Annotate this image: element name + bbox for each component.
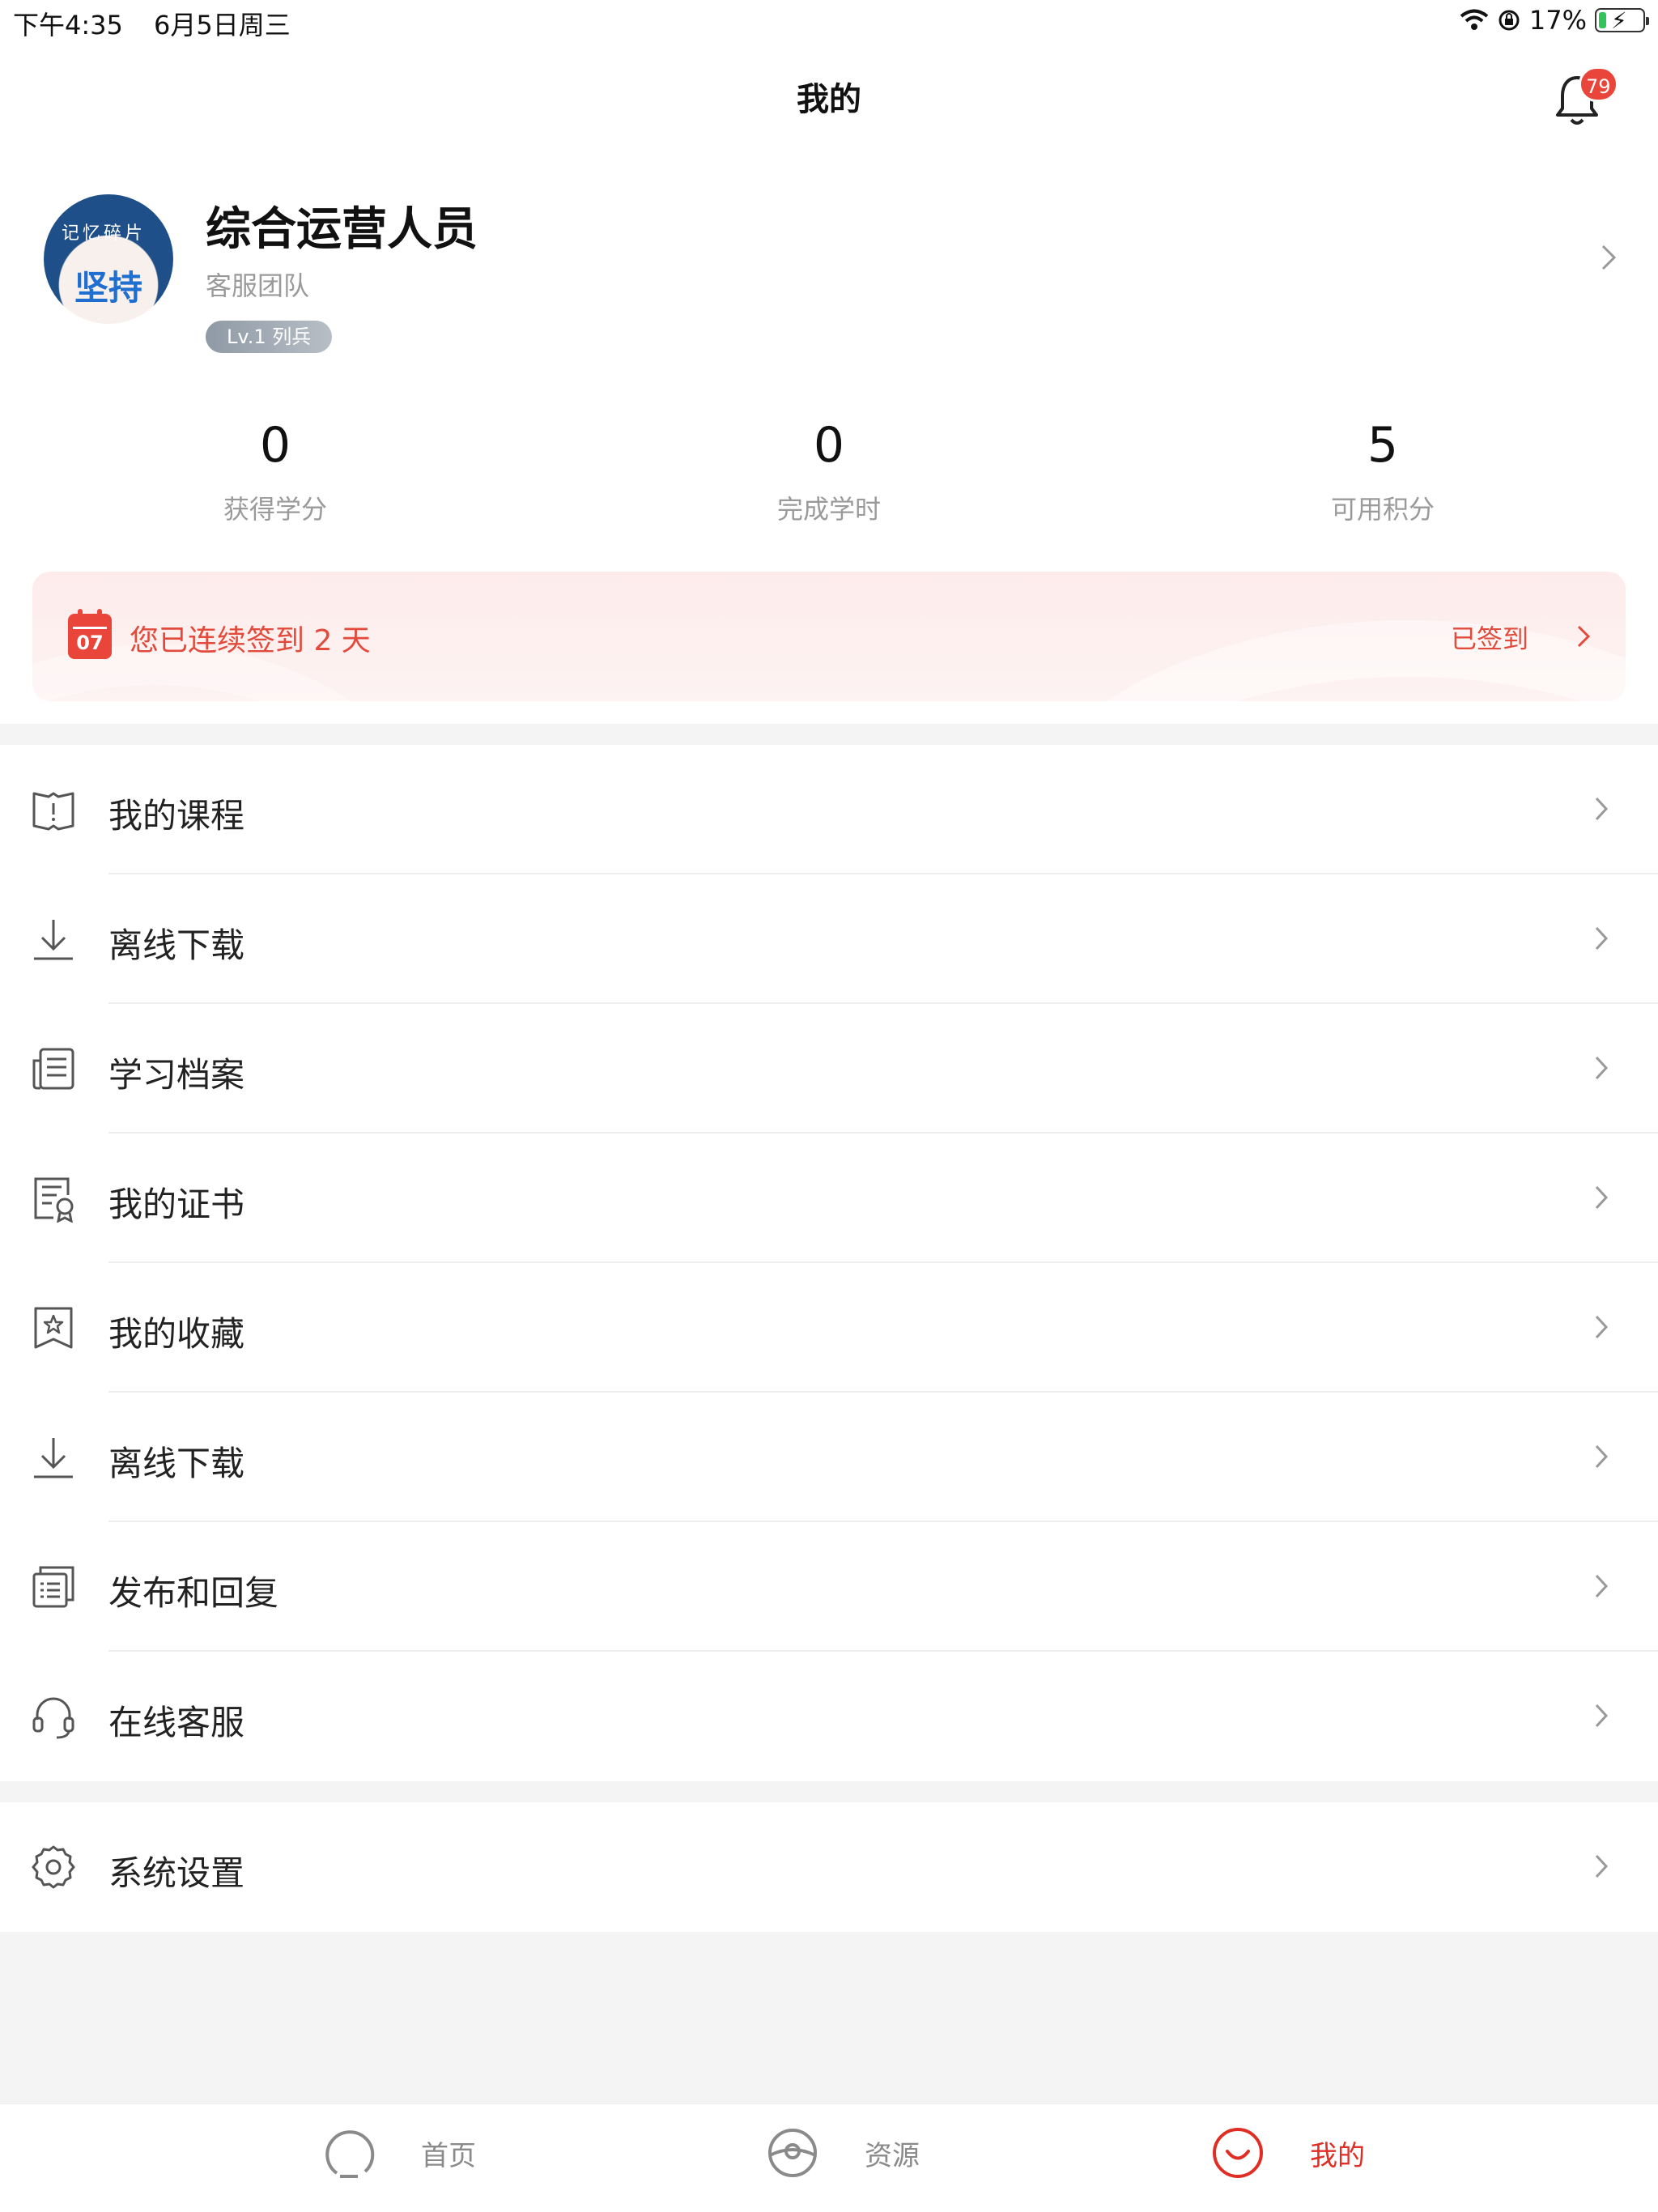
menu-item-label: 发布和回复 — [108, 1573, 279, 1613]
menu-item-online-service[interactable]: 在线客服 — [0, 1652, 1658, 1781]
menu-item-label: 在线客服 — [108, 1703, 245, 1742]
stat-credits[interactable]: 0 获得学分 — [113, 413, 437, 526]
menu-list: 我的课程 离线下载 学习档案 我的证书 我的收藏 离线下载 发布和回复 在线客服 — [0, 745, 1658, 1781]
tab-label: 资源 — [865, 2139, 920, 2172]
menu-item-settings[interactable]: 系统设置 — [0, 1802, 1658, 1932]
calendar-day: 07 — [73, 627, 107, 654]
stats-row: 0 获得学分 0 完成学时 5 可用积分 — [0, 413, 1658, 534]
stat-value: 0 — [813, 417, 845, 474]
checkin-card[interactable]: 07 您已连续签到 2 天 已签到 — [32, 572, 1626, 701]
headset-icon — [32, 1697, 74, 1739]
chevron-right-icon — [1595, 797, 1609, 821]
resource-icon — [768, 2129, 817, 2177]
chevron-right-icon — [1577, 625, 1591, 648]
menu-item-label: 我的收藏 — [108, 1314, 245, 1354]
list-icon — [32, 1566, 74, 1608]
section-divider — [0, 724, 1658, 745]
stat-label: 可用积分 — [1330, 494, 1435, 525]
menu-item-learning-archive[interactable]: 学习档案 — [0, 1004, 1658, 1134]
star-bookmark-icon — [34, 1307, 73, 1349]
avatar-text: 坚持 — [74, 268, 143, 308]
rotation-lock-icon — [1499, 10, 1520, 31]
menu-item-offline-download[interactable]: 离线下载 — [0, 874, 1658, 1004]
nav-bar: 我的 — [0, 42, 1658, 155]
menu-item-my-courses[interactable]: 我的课程 — [0, 745, 1658, 874]
stat-label: 完成学时 — [776, 494, 881, 525]
tab-mine[interactable]: 我的 — [1209, 2121, 1365, 2185]
avatar-caption: 记忆碎片 — [62, 223, 147, 244]
certificate-icon — [34, 1177, 74, 1223]
chevron-right-icon — [1595, 1704, 1609, 1728]
tab-label: 我的 — [1310, 2139, 1365, 2172]
menu-item-label: 学习档案 — [108, 1055, 245, 1095]
menu-item-my-favorites[interactable]: 我的收藏 — [0, 1263, 1658, 1393]
checkin-status: 已签到 — [1451, 623, 1529, 654]
stat-value: 5 — [1367, 417, 1399, 474]
menu-item-label: 我的课程 — [108, 796, 245, 836]
document-icon — [32, 1048, 74, 1090]
calendar-icon: 07 — [68, 609, 112, 659]
home-circle-icon — [325, 2130, 375, 2178]
download-icon — [34, 920, 73, 960]
tab-bar: 首页 资源 我的 — [0, 2104, 1658, 2212]
gear-icon — [32, 1845, 75, 1889]
menu-item-label: 离线下载 — [108, 925, 245, 965]
menu-item-offline-download-2[interactable]: 离线下载 — [0, 1393, 1658, 1522]
chevron-right-icon — [1601, 245, 1617, 270]
stat-label: 获得学分 — [223, 494, 327, 525]
page: 下午4:35 6月5日周三 17% ⚡ 我的 79 记忆碎片 坚持 综合运营人员… — [0, 0, 1658, 2212]
section-divider — [0, 1781, 1658, 1802]
book-icon — [32, 792, 74, 831]
smile-icon — [1213, 2128, 1263, 2178]
menu-item-posts-replies[interactable]: 发布和回复 — [0, 1522, 1658, 1652]
level-badge: Lv.1 列兵 — [206, 321, 333, 353]
menu-item-label: 系统设置 — [108, 1853, 245, 1893]
status-date: 6月5日周三 — [154, 10, 291, 40]
profile-header[interactable]: 记忆碎片 坚持 综合运营人员 客服团队 Lv.1 列兵 — [0, 178, 1658, 364]
chevron-right-icon — [1595, 926, 1609, 951]
chevron-right-icon — [1595, 1056, 1609, 1080]
settings-section: 系统设置 — [0, 1802, 1658, 1932]
avatar[interactable]: 记忆碎片 坚持 — [44, 194, 173, 324]
stat-value: 0 — [259, 417, 291, 474]
stat-points[interactable]: 5 可用积分 — [1221, 413, 1545, 526]
menu-item-label: 离线下载 — [108, 1444, 245, 1483]
checkin-streak-text: 您已连续签到 2 天 — [130, 624, 371, 657]
chevron-right-icon — [1595, 1444, 1609, 1469]
tab-label: 首页 — [421, 2139, 476, 2172]
chevron-right-icon — [1595, 1574, 1609, 1598]
notification-badge: 79 — [1579, 66, 1618, 102]
stat-hours[interactable]: 0 完成学时 — [667, 413, 991, 526]
wifi-icon — [1460, 9, 1489, 30]
profile-name: 综合运营人员 — [206, 203, 478, 256]
profile-team: 客服团队 — [206, 270, 310, 301]
status-bar: 下午4:35 6月5日周三 17% ⚡ — [0, 0, 1658, 42]
battery-percent: 17% — [1528, 5, 1587, 36]
download-icon — [34, 1438, 73, 1478]
menu-item-label: 我的证书 — [108, 1185, 245, 1224]
chevron-right-icon — [1595, 1315, 1609, 1339]
battery-icon: ⚡ — [1595, 7, 1649, 34]
chevron-right-icon — [1595, 1854, 1609, 1878]
chevron-right-icon — [1595, 1185, 1609, 1210]
status-time: 下午4:35 — [13, 10, 123, 40]
tab-resources[interactable]: 资源 — [764, 2121, 920, 2185]
tab-home[interactable]: 首页 — [321, 2121, 476, 2185]
empty-area — [0, 1932, 1658, 2104]
menu-item-my-certificates[interactable]: 我的证书 — [0, 1134, 1658, 1263]
page-title: 我的 — [797, 81, 861, 118]
